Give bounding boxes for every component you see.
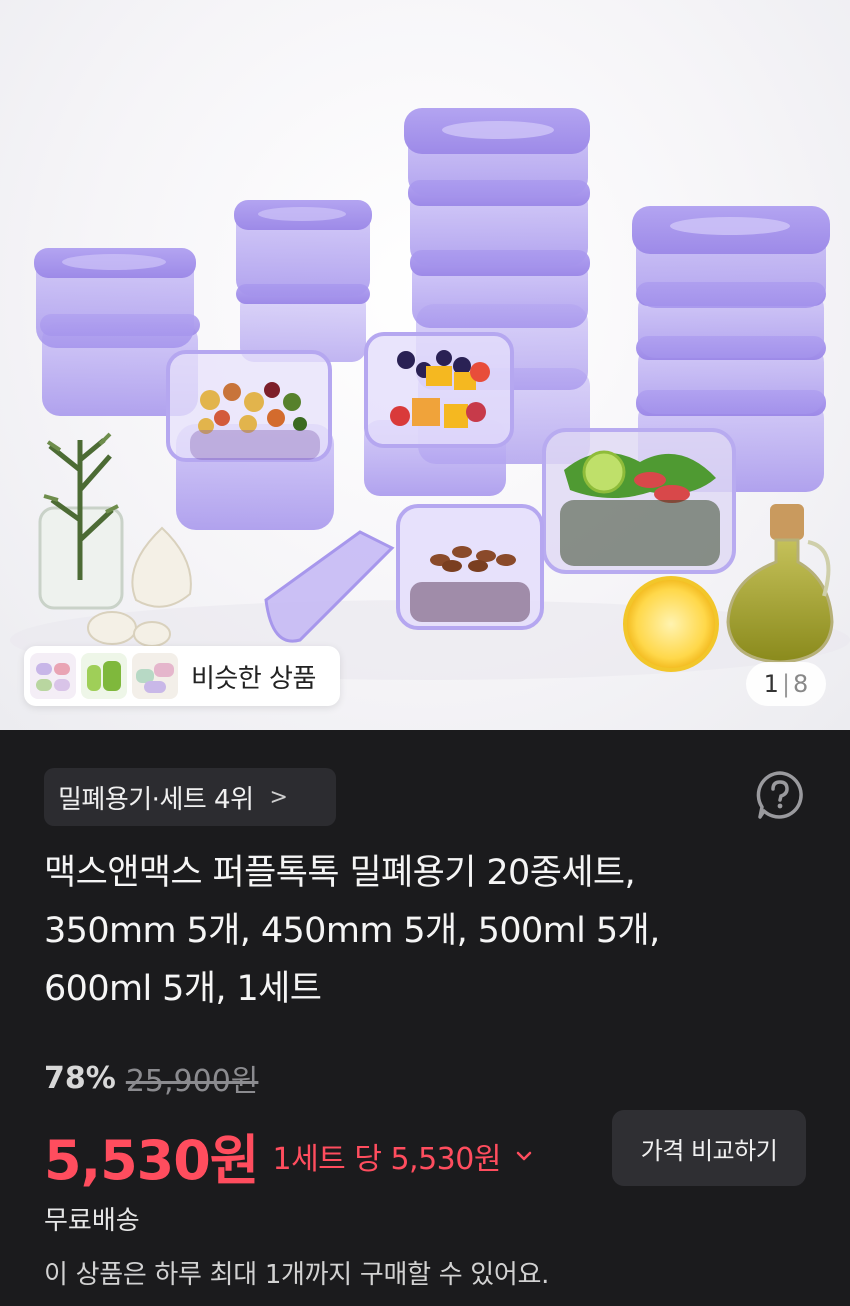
similar-product-thumbnail-1	[30, 653, 76, 699]
image-page-counter: 1 | 8	[746, 662, 826, 706]
product-title-line-2: 350mm 5개, 450mm 5개, 500ml 5개,	[44, 911, 660, 951]
similar-product-thumbnail-3	[132, 653, 178, 699]
ranking-label: 밀폐용기·세트 4위	[58, 784, 254, 815]
similar-products-label: 비슷한 상품	[191, 663, 316, 694]
product-image[interactable]: 비슷한 상품 1 | 8	[0, 0, 850, 730]
chevron-down-icon[interactable]	[513, 1145, 535, 1167]
page-counter-separator: |	[781, 670, 791, 698]
product-title: 맥스앤맥스 퍼플톡톡 밀폐용기 20종세트, 350mm 5개, 450mm 5…	[44, 844, 764, 1018]
unit-price-dropdown[interactable]: 1세트 당 5,530원	[273, 1134, 502, 1178]
price-row: 5,530원 1세트 당 5,530원	[44, 1116, 535, 1195]
similar-products-button[interactable]: 비슷한 상품	[24, 646, 340, 706]
chevron-right-icon: >	[269, 784, 288, 810]
similar-product-thumbnail-2	[81, 653, 127, 699]
question-mark-icon[interactable]	[754, 769, 806, 821]
current-image-index: 1	[763, 670, 779, 698]
shipping-info: 무료배송	[44, 1206, 140, 1236]
discount-row: 78% 25,900원	[44, 1058, 259, 1100]
total-image-count: 8	[793, 670, 809, 698]
product-photo	[10, 108, 850, 680]
product-title-line-1: 맥스앤맥스 퍼플톡톡 밀폐용기 20종세트,	[44, 853, 636, 893]
discount-rate: 78%	[44, 1060, 116, 1096]
original-price: 25,900원	[125, 1064, 259, 1099]
price-compare-button[interactable]: 가격 비교하기	[612, 1110, 806, 1186]
purchase-limit-note: 이 상품은 하루 최대 1개까지 구매할 수 있어요.	[44, 1260, 550, 1290]
sale-price: 5,530원	[44, 1129, 259, 1192]
category-ranking-badge[interactable]: 밀폐용기·세트 4위 >	[44, 768, 336, 826]
product-title-line-3: 600ml 5개, 1세트	[44, 969, 322, 1009]
